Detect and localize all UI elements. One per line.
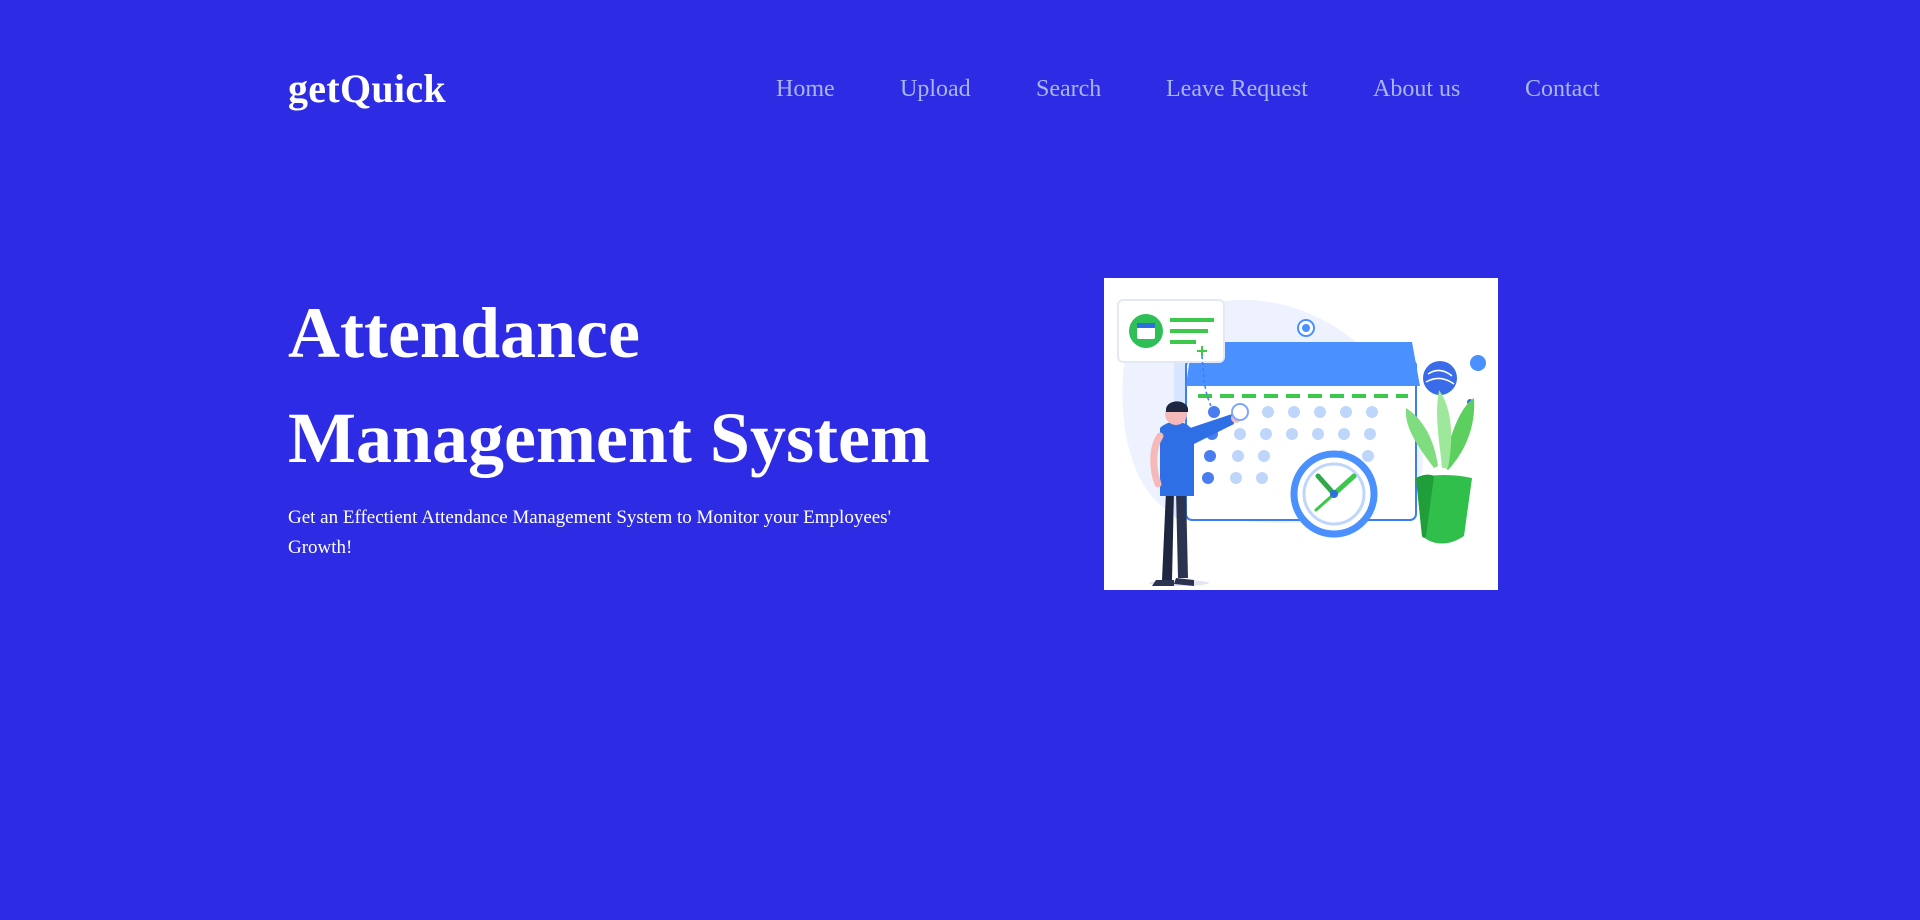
brand-logo[interactable]: getQuick: [288, 66, 446, 112]
hero-title-line-2: Management System: [288, 398, 930, 478]
nav-link-about-us[interactable]: About us: [1373, 74, 1460, 104]
hero-subtitle: Get an Effectient Attendance Management …: [288, 507, 891, 558]
calendar-attendance-illustration: [1104, 278, 1498, 590]
nav-link-search[interactable]: Search: [1036, 74, 1101, 104]
nav-link-leave-request[interactable]: Leave Request: [1166, 74, 1308, 104]
nav-link-home[interactable]: Home: [776, 74, 835, 104]
hero-title-line-1: Attendance: [288, 293, 640, 373]
hero-title: Attendance Management System: [288, 281, 930, 491]
page: getQuick Home Upload Search Leave Reques…: [0, 0, 1920, 920]
navbar: getQuick Home Upload Search Leave Reques…: [0, 0, 1920, 180]
nav-link-contact[interactable]: Contact: [1525, 74, 1600, 104]
illustration-graphic: [1117, 299, 1486, 586]
nav-link-upload[interactable]: Upload: [900, 74, 971, 104]
